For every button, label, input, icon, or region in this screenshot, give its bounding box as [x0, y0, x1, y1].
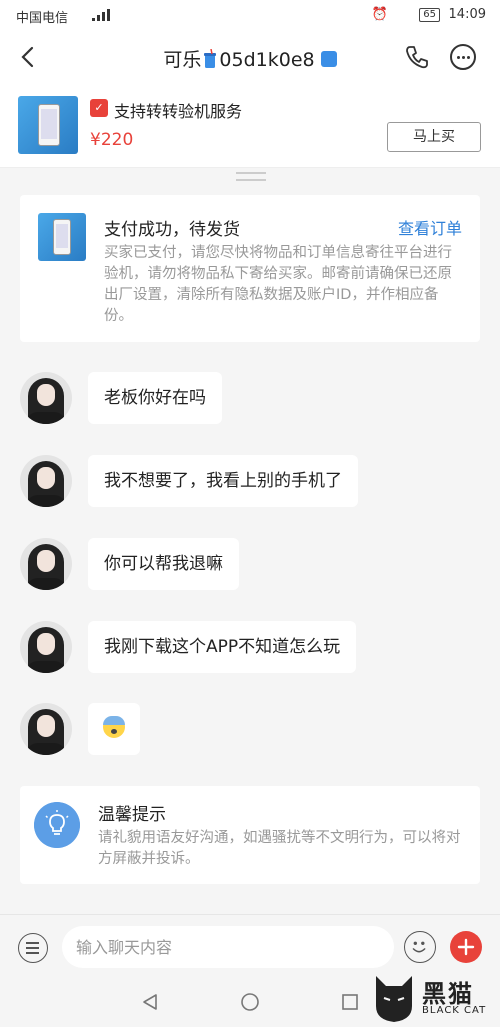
emoji-picker-icon[interactable]	[404, 931, 436, 963]
signal-icon	[92, 9, 110, 21]
add-attachment-icon[interactable]	[450, 931, 482, 963]
message-row	[0, 703, 500, 759]
drag-handle[interactable]	[236, 172, 266, 181]
chat-title-id: 05d1k0e8	[219, 49, 315, 71]
chat-input-bar	[0, 914, 500, 978]
alarm-icon: ⏰	[371, 7, 388, 22]
order-status-description: 买家已支付，请您尽快将物品和订单信息寄往平台进行验机，请勿将物品私下寄给买家。邮…	[104, 245, 452, 324]
order-status-title: 支付成功，待发货	[104, 220, 240, 240]
tip-title: 温馨提示	[98, 805, 166, 825]
black-cat-watermark: 黑猫 BLACK CAT	[370, 972, 490, 1024]
avatar[interactable]	[20, 455, 72, 507]
message-bubble: 我不想要了，我看上别的手机了	[88, 455, 358, 507]
avatar[interactable]	[20, 538, 72, 590]
service-label: 支持转转验机服务	[114, 102, 243, 121]
view-order-link[interactable]: 查看订单	[398, 215, 462, 239]
warm-tip-card: 温馨提示 请礼貌用语友好沟通，如遇骚扰等不文明行为，可以将对方屏蔽并投诉。	[20, 786, 480, 884]
tip-text: 请礼貌用语友好沟通，如遇骚扰等不文明行为，可以将对方屏蔽并投诉。	[98, 830, 461, 867]
message-row: 你可以帮我退嘛	[0, 538, 500, 594]
avatar[interactable]	[20, 372, 72, 424]
more-options-icon[interactable]	[450, 44, 476, 70]
order-thumbnail	[38, 213, 86, 261]
message-row: 我不想要了，我看上别的手机了	[0, 455, 500, 511]
avatar[interactable]	[20, 703, 72, 755]
watermark-text: 黑猫	[422, 980, 474, 1008]
product-thumbnail[interactable]	[18, 96, 78, 154]
nav-home-icon[interactable]	[240, 992, 260, 1012]
message-row: 我刚下载这个APP不知道怎么玩	[0, 621, 500, 677]
status-bar: 中国电信 ⏰ 65 14:09	[0, 0, 500, 32]
nav-recents-icon[interactable]	[340, 992, 360, 1012]
lightbulb-icon	[34, 802, 80, 848]
nav-back-icon[interactable]	[140, 992, 160, 1012]
menu-icon[interactable]	[18, 933, 48, 963]
cat-head-logo-icon	[376, 976, 412, 1022]
fearful-face-emoji-icon	[103, 716, 125, 738]
message-row: 老板你好在吗	[0, 372, 500, 428]
chat-header: 可乐 05d1k0e8	[0, 32, 500, 84]
buy-now-button[interactable]: 马上买	[387, 122, 481, 152]
battery-indicator: 65	[419, 8, 440, 22]
order-status-card: 支付成功，待发货 查看订单 买家已支付，请您尽快将物品和订单信息寄往平台进行验机…	[20, 195, 480, 342]
chat-input[interactable]	[62, 926, 394, 968]
message-bubble: 我刚下载这个APP不知道怎么玩	[88, 621, 357, 673]
status-time: 14:09	[448, 7, 486, 22]
message-bubble: 老板你好在吗	[88, 372, 222, 424]
avatar[interactable]	[20, 621, 72, 673]
product-price: ¥220	[90, 130, 134, 150]
inspection-service-icon: ✓	[90, 99, 108, 117]
watermark-subtext: BLACK CAT	[422, 1005, 487, 1016]
phone-icon[interactable]	[404, 44, 430, 70]
chat-title-name: 可乐	[163, 49, 202, 71]
carrier-label: 中国电信	[16, 11, 69, 26]
verified-badge-icon	[320, 51, 337, 67]
message-bubble: 你可以帮我退嘛	[88, 538, 239, 590]
product-bar: ✓ 支持转转验机服务 ¥220 马上买	[0, 84, 500, 168]
message-bubble	[88, 703, 140, 755]
drink-cup-icon	[204, 49, 217, 68]
